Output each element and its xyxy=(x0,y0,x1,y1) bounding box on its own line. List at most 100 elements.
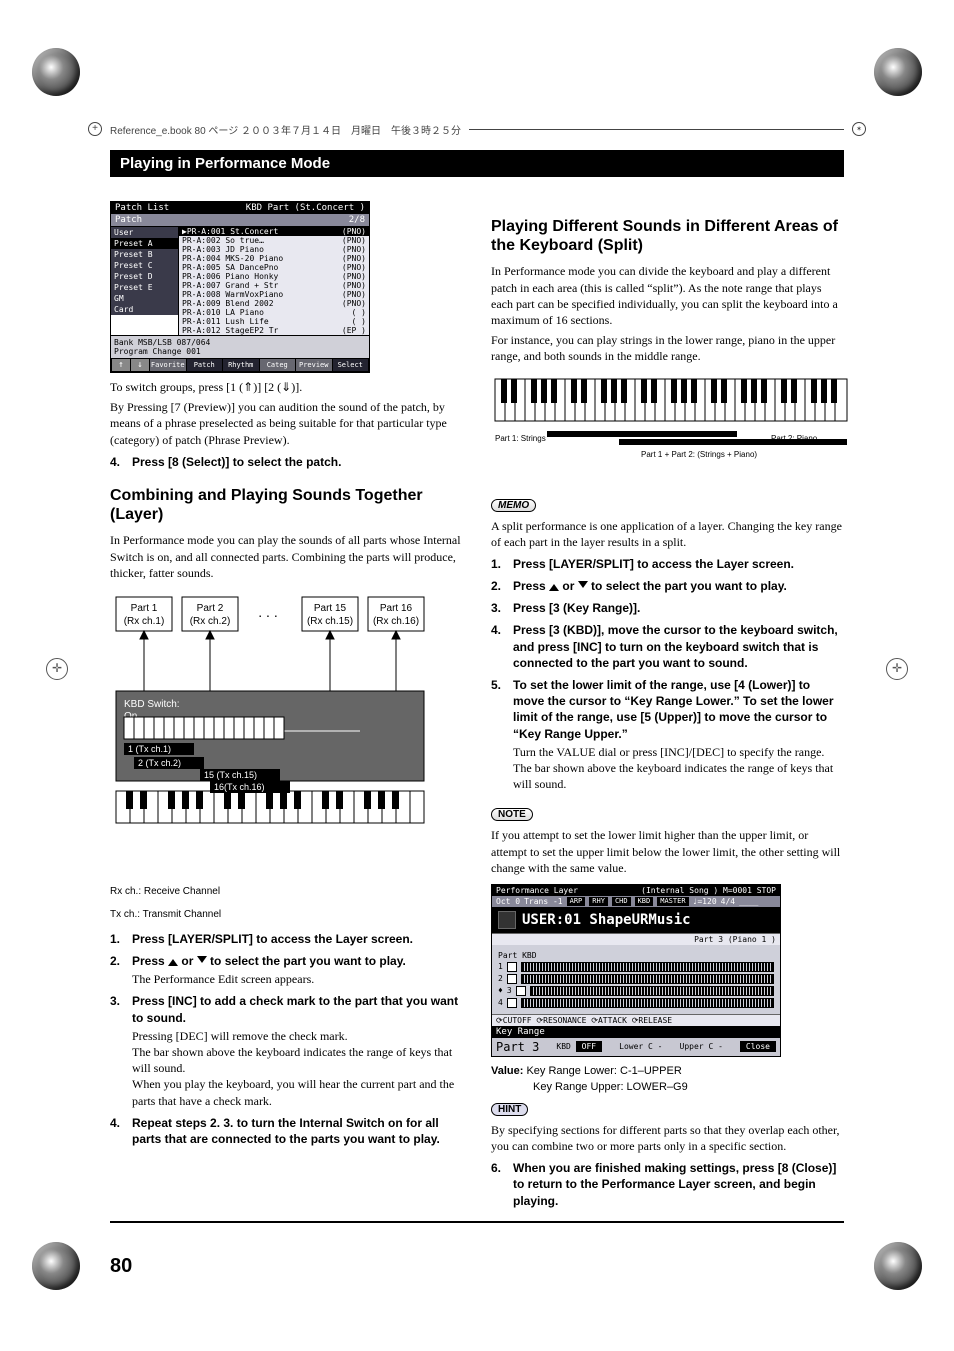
perf-sub-part: Part 3 (Piano 1 ) xyxy=(492,933,780,945)
bank-preset-a[interactable]: Preset A xyxy=(111,238,178,249)
patch-row-10[interactable]: PR-A:011 Lush Life( ) xyxy=(179,317,369,326)
bank-preset-d[interactable]: Preset D xyxy=(111,271,178,282)
split-step-6: 6.When you are finished making settings,… xyxy=(491,1160,844,1209)
patch-row-8[interactable]: PR-A:009 Blend 2002(PNO) xyxy=(179,299,369,308)
up-triangle-icon xyxy=(168,959,178,966)
registration-target-icon xyxy=(88,122,102,136)
preview-text: By Pressing [7 (Preview)] you can auditi… xyxy=(110,399,463,448)
patch-btn-rhythm[interactable]: Rhythm xyxy=(223,359,259,371)
perf-part-bars: Part KBD 1 2 ♦3 4 xyxy=(492,945,780,1014)
perf-title: Performance Layer xyxy=(496,886,578,895)
patch-btn-patch[interactable]: Patch xyxy=(187,359,223,371)
patch-row-4[interactable]: PR-A:005 SA DancePno(PNO) xyxy=(179,263,369,272)
split-diagram: Part 1: Strings Part 1 + Part 2: (String… xyxy=(491,375,844,479)
split-intro-2: For instance, you can play strings in th… xyxy=(491,332,844,364)
layer-step-2: 2.Press or to select the part you want t… xyxy=(110,953,463,987)
svg-text:Part 16: Part 16 xyxy=(380,603,413,614)
patch-row-6[interactable]: PR-A:007 Grand + Str(PNO) xyxy=(179,281,369,290)
split-step-5: 5.To set the lower limit of the range, u… xyxy=(491,677,844,792)
bank-preset-b[interactable]: Preset B xyxy=(111,249,178,260)
right-column: Playing Different Sounds in Different Ar… xyxy=(491,201,844,1215)
performance-layer-screen: Performance Layer (Internal Song ) M=0001… xyxy=(491,884,781,1057)
hint-badge: HINT xyxy=(491,1103,528,1116)
svg-text:(Rx ch.1): (Rx ch.1) xyxy=(124,616,165,627)
split-step-1: 1.Press [LAYER/SPLIT] to access the Laye… xyxy=(491,556,844,572)
bank-preset-c[interactable]: Preset C xyxy=(111,260,178,271)
patch-row-7[interactable]: PR-A:008 WarmVoxPiano(PNO) xyxy=(179,290,369,299)
hint-text: By specifying sections for different par… xyxy=(491,1122,844,1154)
patch-row-3[interactable]: PR-A:004 MKS-20 Piano(PNO) xyxy=(179,254,369,263)
patch-btn-categ[interactable]: Categ xyxy=(260,359,296,371)
patch-bank-sidebar: User Preset A Preset B Preset C Preset D… xyxy=(111,227,179,335)
patch-list-part: KBD Part (St.Concert ) xyxy=(246,203,365,213)
registration-end-icon xyxy=(852,122,866,136)
print-header-text: Reference_e.book 80 ページ ２００３年７月１４日 月曜日 午… xyxy=(110,122,461,137)
binder-ring-top-left xyxy=(32,48,80,96)
svg-text:15 (Tx ch.15): 15 (Tx ch.15) xyxy=(204,770,257,780)
patch-list-title: Patch List xyxy=(115,203,169,213)
patch-row-1[interactable]: PR-A:002 So true…(PNO) xyxy=(179,236,369,245)
value-line-2: Key Range Upper: LOWER–G9 xyxy=(533,1081,844,1093)
patch-btn-down[interactable]: ↓ xyxy=(131,359,149,371)
svg-text:Part 1: Part 1 xyxy=(131,603,158,614)
svg-text:16(Tx ch.16): 16(Tx ch.16) xyxy=(214,782,265,792)
layer-heading: Combining and Playing Sounds Together (L… xyxy=(110,486,463,524)
header-rule xyxy=(469,129,844,130)
tx-caption: Tx ch.: Transmit Channel xyxy=(110,908,463,921)
bank-preset-e[interactable]: Preset E xyxy=(111,282,178,293)
patch-row-0[interactable]: ▶PR-A:001 St.Concert(PNO) xyxy=(179,227,369,236)
svg-text:1 (Tx ch.1): 1 (Tx ch.1) xyxy=(128,744,171,754)
bank-user[interactable]: User xyxy=(111,227,178,238)
svg-text:Part 2: Part 2 xyxy=(197,603,224,614)
lower-val[interactable]: C - xyxy=(648,1042,662,1051)
split-step-3: 3.Press [3 (Key Range)]. xyxy=(491,600,844,616)
patch-btn-select[interactable]: Select xyxy=(333,359,369,371)
section-title: Playing in Performance Mode xyxy=(110,150,844,177)
patch-btn-up[interactable]: ↑ xyxy=(112,359,130,371)
patch-buttons: ↑ ↓ Favorite Patch Rhythm Categ Preview … xyxy=(111,358,369,372)
key-range-row: Part 3 KBD OFF Lower C - Upper C - Close xyxy=(492,1038,780,1056)
layer-step-3: 3.Press [INC] to add a check mark to the… xyxy=(110,993,463,1108)
memo-badge: MEMO xyxy=(491,499,536,512)
left-step-4: 4. Press [8 (Select)] to select the patc… xyxy=(110,454,463,470)
patch-row-5[interactable]: PR-A:006 Piano Honky(PNO) xyxy=(179,272,369,281)
up-triangle-icon xyxy=(549,584,559,591)
switch-groups-text: To switch groups, press [1 (⇑)] [2 (⇓)]. xyxy=(110,379,463,395)
page: Reference_e.book 80 ページ ２００３年７月１４日 月曜日 午… xyxy=(0,0,954,1338)
patch-thumb-icon xyxy=(498,911,516,929)
patch-row-2[interactable]: PR-A:003 JD Piano(PNO) xyxy=(179,245,369,254)
patch-btn-preview[interactable]: Preview xyxy=(296,359,332,371)
patch-rows: ▶PR-A:001 St.Concert(PNO) PR-A:002 So tr… xyxy=(179,227,369,335)
layer-step-1: 1.Press [LAYER/SPLIT] to access the Laye… xyxy=(110,931,463,947)
patch-list-screen: Patch List KBD Part (St.Concert ) Patch … xyxy=(110,201,370,373)
layer-intro: In Performance mode you can play the sou… xyxy=(110,532,463,581)
svg-text:(Rx ch.16): (Rx ch.16) xyxy=(373,616,419,627)
memo-text: A split performance is one application o… xyxy=(491,518,844,550)
svg-text:. . .: . . . xyxy=(258,604,277,620)
patch-row-9[interactable]: PR-A:010 LA Piano( ) xyxy=(179,308,369,317)
patch-row-11[interactable]: PR-A:012 StageEP2 Tr(EP ) xyxy=(179,326,369,335)
binder-ring-bottom-right xyxy=(874,1242,922,1290)
svg-text:KBD Switch:: KBD Switch: xyxy=(124,699,180,710)
layer-diagram: Part 1 (Rx ch.1) Part 2 (Rx ch.2) . . . … xyxy=(110,591,463,875)
patch-page-badge: 2/8 xyxy=(349,215,365,225)
svg-text:Part 1: Strings: Part 1: Strings xyxy=(495,434,546,443)
split-intro-1: In Performance mode you can divide the k… xyxy=(491,263,844,328)
upper-val[interactable]: C - xyxy=(708,1042,722,1051)
split-step-2: 2.Press or to select the part you want t… xyxy=(491,578,844,594)
bank-gm[interactable]: GM xyxy=(111,293,178,304)
note-text: If you attempt to set the lower limit hi… xyxy=(491,827,844,876)
patch-tab-label: Patch xyxy=(115,215,142,225)
layer-steps: 1.Press [LAYER/SPLIT] to access the Laye… xyxy=(110,931,463,1147)
bank-card[interactable]: Card xyxy=(111,304,178,315)
close-button[interactable]: Close xyxy=(740,1041,776,1052)
kbd-val[interactable]: OFF xyxy=(576,1041,602,1052)
key-range-header: Key Range xyxy=(492,1026,780,1038)
perf-status: (Internal Song ) M=0001 STOP xyxy=(641,886,776,895)
split-step-4: 4.Press [3 (KBD)], move the cursor to th… xyxy=(491,622,844,671)
down-triangle-icon xyxy=(197,956,207,963)
print-header: Reference_e.book 80 ページ ２００３年７月１４日 月曜日 午… xyxy=(88,120,866,138)
svg-text:Part 15: Part 15 xyxy=(314,603,347,614)
patch-btn-favorite[interactable]: Favorite xyxy=(150,359,186,371)
svg-text:Part 1 + Part 2: (Strings + Pi: Part 1 + Part 2: (Strings + Piano) xyxy=(641,450,757,459)
